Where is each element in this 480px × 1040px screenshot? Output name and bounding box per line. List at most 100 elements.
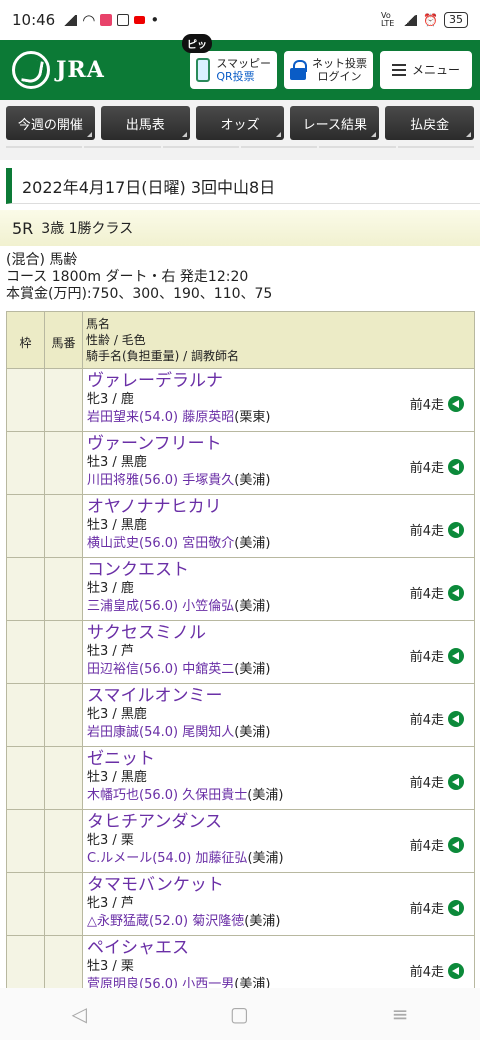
jockey-link[interactable]: 岩田康誠(54.0) xyxy=(87,725,178,740)
horse-name-link[interactable]: ペイシャエス xyxy=(87,938,470,958)
jockey-link[interactable]: 三浦皇成(56.0) xyxy=(87,599,178,614)
prev-4-races-label: 前4走 xyxy=(409,965,444,980)
youtube-icon xyxy=(134,16,146,24)
horse-cell: コンクエスト 牡3 / 鹿三浦皇成(56.0) 小笠倫弘(美浦) 前4走 xyxy=(82,557,475,621)
trainer-region: (栗東) xyxy=(234,410,271,425)
prev-4-races-button[interactable]: 前4走 xyxy=(410,394,464,413)
site-header: JRA ピッ スマッピー QR投票 ネット投票 ログイン メニュー xyxy=(0,34,480,100)
jockey-link[interactable]: C.ルメール(54.0) xyxy=(87,851,191,866)
trainer-link[interactable]: 菊沢隆徳 xyxy=(192,914,244,929)
prev-4-races-button[interactable]: 前4走 xyxy=(410,457,464,476)
trainer-link[interactable]: 中舘英二 xyxy=(182,662,234,677)
status-bar: 10:46 ◠ • Vo LTE ⏰ 35 xyxy=(0,0,480,40)
trainer-region: (美浦) xyxy=(234,662,271,677)
table-row: タヒチアンダンス 牝3 / 栗 C.ルメール(54.0) 加藤征弘(美浦) 前4走 xyxy=(6,809,475,873)
trainer-link[interactable]: 尾関知人 xyxy=(182,725,234,740)
jockey-link[interactable]: 木幡巧也(56.0) xyxy=(87,788,178,803)
table-row: スマイルオンミー 牝3 / 黒鹿 岩田康誠(54.0) 尾関知人(美浦) 前4走 xyxy=(6,683,475,747)
table-row: タマモバンケット 牝3 / 芦 △永野猛蔵(52.0) 菊沢隆徳(美浦) 前4走 xyxy=(6,872,475,936)
umaban-cell xyxy=(44,368,83,432)
waku-cell xyxy=(6,809,45,873)
recents-icon[interactable]: ≡ xyxy=(392,1002,409,1026)
status-time: 10:46 xyxy=(12,11,56,29)
horse-name-link[interactable]: ヴァーンフリート xyxy=(87,434,470,454)
play-left-icon xyxy=(448,395,464,412)
umaban-cell xyxy=(44,746,83,810)
smartphone-icon xyxy=(196,58,211,82)
waku-cell xyxy=(6,746,45,810)
col-horse-name: 馬名 xyxy=(86,317,111,331)
jra-logo-mark-icon xyxy=(12,51,50,89)
trainer-link[interactable]: 手塚貴久 xyxy=(182,473,234,488)
prev-4-races-button[interactable]: 前4走 xyxy=(410,646,464,665)
horse-name-link[interactable]: オヤノナナヒカリ xyxy=(87,497,470,517)
qr-vote-label: QR投票 xyxy=(216,70,255,83)
trainer-link[interactable]: 小笠倫弘 xyxy=(182,599,234,614)
prev-4-races-button[interactable]: 前4走 xyxy=(410,898,464,917)
trainer-link[interactable]: 加藤征弘 xyxy=(195,851,247,866)
jockey-link[interactable]: 横山武史(56.0) xyxy=(87,536,178,551)
horse-name-link[interactable]: ゼニット xyxy=(87,749,470,769)
play-left-icon xyxy=(448,899,464,916)
jra-logo-text: JRA xyxy=(56,57,105,83)
horse-name-link[interactable]: サクセスミノル xyxy=(87,623,470,643)
jockey-link[interactable]: 川田将雅(56.0) xyxy=(87,473,178,488)
prev-4-races-button[interactable]: 前4走 xyxy=(410,772,464,791)
music-app-icon xyxy=(100,14,113,26)
nav-payouts[interactable]: 払戻金 xyxy=(385,106,474,140)
prev-4-races-button[interactable]: 前4走 xyxy=(410,709,464,728)
jockey-link[interactable]: 岩田望来(54.0) xyxy=(87,410,178,425)
back-icon[interactable]: ◁ xyxy=(71,1002,86,1026)
prev-4-races-button[interactable]: 前4走 xyxy=(410,520,464,539)
jra-logo[interactable]: JRA xyxy=(12,51,105,89)
table-row: ヴァーンフリート 牡3 / 黒鹿 川田将雅(56.0) 手塚貴久(美浦) 前4走 xyxy=(6,431,475,495)
horse-name-link[interactable]: ヴァレーデラルナ xyxy=(87,371,470,391)
table-row: サクセスミノル 牡3 / 芦田辺裕信(56.0) 中舘英二(美浦) 前4走 xyxy=(6,620,475,684)
horse-cell: タヒチアンダンス 牝3 / 栗 C.ルメール(54.0) 加藤征弘(美浦) 前4走 xyxy=(82,809,475,873)
cell-signal-icon xyxy=(403,14,418,26)
umaban-cell xyxy=(44,809,83,873)
home-icon[interactable]: ▢ xyxy=(230,1002,249,1026)
prev-4-races-label: 前4走 xyxy=(409,524,444,539)
trainer-region: (美浦) xyxy=(244,914,281,929)
menu-button[interactable]: メニュー xyxy=(379,51,472,89)
trainer-link[interactable]: 久保田貴士 xyxy=(182,788,247,803)
play-left-icon xyxy=(448,836,464,853)
horse-name-link[interactable]: タマモバンケット xyxy=(87,875,470,895)
nav-odds[interactable]: オッズ xyxy=(195,106,285,140)
waku-cell xyxy=(6,494,45,558)
horse-name-link[interactable]: コンクエスト xyxy=(87,560,470,580)
entries-table: 枠 馬番 馬名 性齢 / 毛色 騎手名(負担重量) / 調教師名 ヴァレーデラル… xyxy=(6,311,475,999)
jockey-link[interactable]: 田辺裕信(56.0) xyxy=(87,662,178,677)
hamburger-menu-icon xyxy=(391,64,406,76)
trainer-region: (美浦) xyxy=(234,599,271,614)
nav-divider xyxy=(0,146,480,158)
race-prize: 本賞金(万円):750、300、190、110、75 xyxy=(6,286,273,302)
trainer-region: (美浦) xyxy=(234,536,271,551)
horse-name-link[interactable]: タヒチアンダンス xyxy=(87,812,470,832)
jockey-link[interactable]: △永野猛蔵(52.0) xyxy=(87,914,188,929)
prev-4-races-button[interactable]: 前4走 xyxy=(410,961,464,980)
trainer-link[interactable]: 宮田敬介 xyxy=(182,536,234,551)
net-vote-login-button[interactable]: ネット投票 ログイン xyxy=(283,51,373,89)
play-left-icon xyxy=(448,584,464,601)
prev-4-races-label: 前4走 xyxy=(409,587,444,602)
nav-entries[interactable]: 出馬表 xyxy=(100,106,190,140)
horse-cell: ヴァーンフリート 牡3 / 黒鹿 川田将雅(56.0) 手塚貴久(美浦) 前4走 xyxy=(82,431,475,495)
prev-4-races-button[interactable]: 前4走 xyxy=(410,835,464,854)
nav-race-results[interactable]: レース結果 xyxy=(290,106,380,140)
signal-icon xyxy=(63,14,78,26)
trainer-region: (美浦) xyxy=(234,725,271,740)
prev-4-races-label: 前4走 xyxy=(409,902,444,917)
horse-cell: ゼニット 牡3 / 黒鹿 木幡巧也(56.0) 久保田貴士(美浦) 前4走 xyxy=(82,746,475,810)
race-info: (混合) 馬齢 コース 1800m ダート・右 発走12:20 本賞金(万円):… xyxy=(6,252,272,303)
nav-this-week[interactable]: 今週の開催 xyxy=(6,106,95,140)
horse-name-link[interactable]: スマイルオンミー xyxy=(87,686,470,706)
prev-4-races-button[interactable]: 前4走 xyxy=(410,583,464,602)
smappy-qr-button[interactable]: スマッピー QR投票 xyxy=(190,51,277,89)
prev-4-races-label: 前4走 xyxy=(409,713,444,728)
trainer-link[interactable]: 藤原英昭 xyxy=(182,410,234,425)
prev-4-races-label: 前4走 xyxy=(409,398,444,413)
race-course: コース 1800m ダート・右 発走12:20 xyxy=(6,269,249,285)
table-row: オヤノナナヒカリ 牡3 / 黒鹿 横山武史(56.0) 宮田敬介(美浦) 前4走 xyxy=(6,494,475,558)
